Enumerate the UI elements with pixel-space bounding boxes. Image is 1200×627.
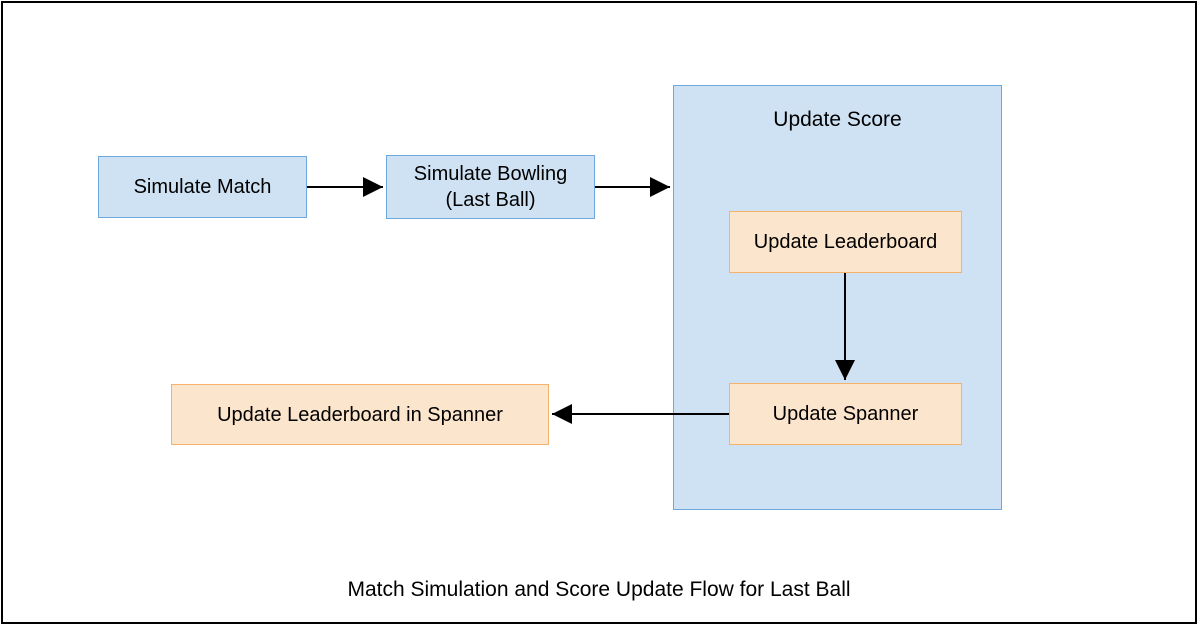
node-update-spanner: Update Spanner — [729, 383, 962, 445]
node-simulate-bowling: Simulate Bowling (Last Ball) — [386, 155, 595, 219]
node-label: Simulate Bowling (Last Ball) — [414, 161, 567, 213]
node-label: Update Leaderboard in Spanner — [217, 402, 503, 428]
node-label: Update Spanner — [773, 401, 919, 427]
node-label: Update Leaderboard — [754, 229, 937, 255]
node-label: Simulate Match — [134, 174, 272, 200]
node-update-leaderboard-spanner: Update Leaderboard in Spanner — [171, 384, 549, 445]
container-title: Update Score — [674, 108, 1001, 132]
arrows-layer — [3, 3, 1199, 626]
node-simulate-match: Simulate Match — [98, 156, 307, 218]
diagram-caption: Match Simulation and Score Update Flow f… — [3, 578, 1195, 602]
node-update-score-container: Update Score — [673, 85, 1002, 510]
diagram-frame: Simulate Match Simulate Bowling (Last Ba… — [1, 1, 1197, 624]
node-update-leaderboard: Update Leaderboard — [729, 211, 962, 273]
